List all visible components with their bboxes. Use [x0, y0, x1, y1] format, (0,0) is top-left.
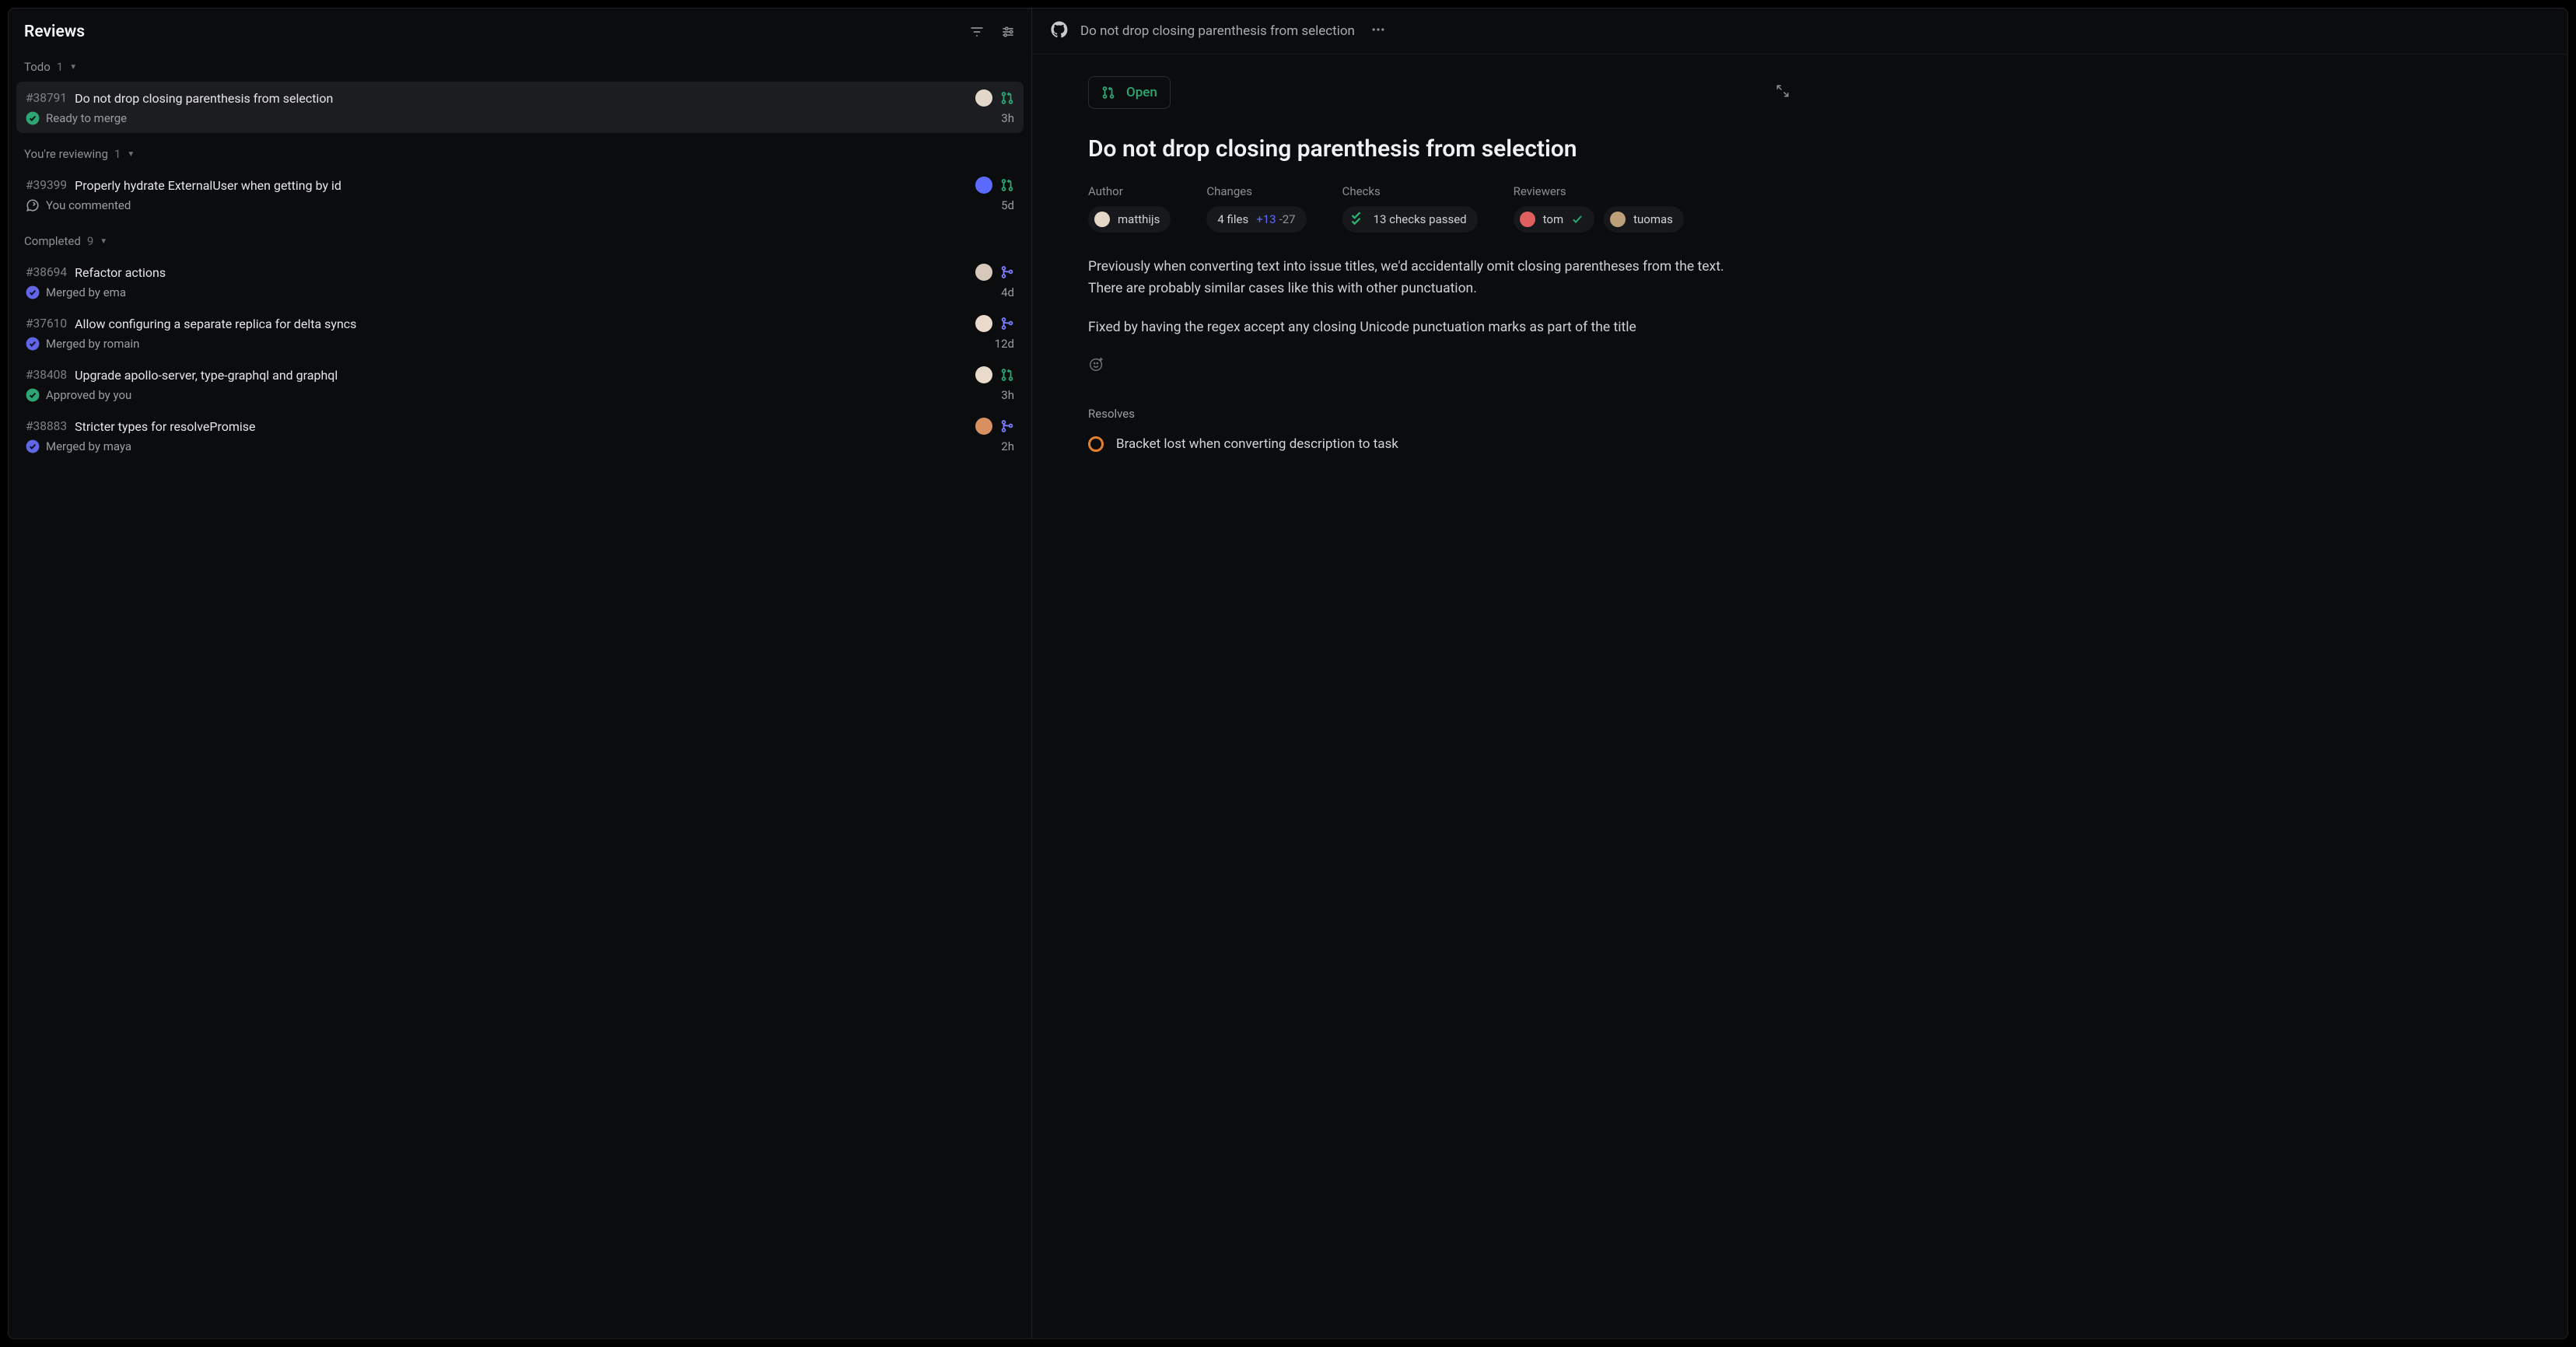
- pull-request-icon: [1000, 419, 1014, 433]
- pr-card[interactable]: #38883 Stricter types for resolvePromise…: [16, 410, 1024, 461]
- reviewer-pill[interactable]: tom: [1514, 206, 1594, 233]
- status-icon: [26, 337, 40, 351]
- section-count: 1: [57, 60, 63, 74]
- pr-status-text: Ready to merge: [46, 111, 127, 125]
- section-todo[interactable]: Todo 1 ▼: [16, 52, 1024, 82]
- pr-timestamp: 2h: [1001, 439, 1014, 453]
- meta-changes: Changes 4 files +13 -27: [1206, 184, 1306, 233]
- pull-request-icon: [1000, 317, 1014, 331]
- checks-passed-icon: [1353, 212, 1366, 227]
- sidebar-title: Reviews: [24, 23, 85, 41]
- pr-status-text: Approved by you: [46, 388, 131, 402]
- meta-reviewers: Reviewers tomtuomas: [1514, 184, 1684, 233]
- pr-card[interactable]: #39399 Properly hydrate ExternalUser whe…: [16, 169, 1024, 220]
- chevron-down-icon: ▼: [69, 63, 77, 72]
- status-icon: [26, 388, 40, 402]
- avatar: [975, 366, 992, 383]
- section-label: Todo: [24, 60, 51, 74]
- pr-title: Upgrade apollo-server, type-graphql and …: [75, 368, 968, 383]
- pr-title: Allow configuring a separate replica for…: [75, 317, 968, 331]
- avatar: [975, 264, 992, 281]
- overflow-menu-icon[interactable]: [1370, 22, 1386, 40]
- chevron-down-icon: ▼: [100, 237, 107, 246]
- pr-title: Refactor actions: [75, 265, 968, 280]
- section-reviewing[interactable]: You're reviewing 1 ▼: [16, 139, 1024, 169]
- approved-check-icon: [1571, 213, 1584, 226]
- pull-request-icon: [1000, 368, 1014, 382]
- pr-card[interactable]: #38408 Upgrade apollo-server, type-graph…: [16, 359, 1024, 410]
- pull-request-icon: [1000, 265, 1014, 279]
- reviewer-pill[interactable]: tuomas: [1604, 206, 1684, 233]
- pr-status-label: Open: [1126, 85, 1157, 100]
- add-reaction-icon[interactable]: [1088, 355, 1757, 376]
- pr-timestamp: 4d: [1001, 285, 1014, 299]
- pr-status-text: Merged by ema: [46, 285, 126, 299]
- pr-timestamp: 3h: [1001, 111, 1014, 125]
- pr-timestamp: 12d: [995, 337, 1014, 351]
- meta-author: Author matthijs: [1088, 184, 1171, 233]
- pr-card[interactable]: #38694 Refactor actions Merged by ema 4d: [16, 256, 1024, 307]
- expand-icon[interactable]: [1776, 84, 1790, 101]
- settings-sliders-icon[interactable]: [1000, 24, 1016, 40]
- issue-status-icon: [1088, 436, 1104, 452]
- pull-request-icon: [1000, 178, 1014, 192]
- github-icon[interactable]: [1051, 21, 1068, 41]
- pr-id: #38408: [26, 368, 67, 382]
- pr-body: Previously when converting text into iss…: [1088, 256, 1757, 338]
- reviews-sidebar: Reviews Todo 1 ▼ #38791 Do not drop clos…: [9, 9, 1032, 1338]
- pr-id: #38791: [26, 91, 67, 105]
- pull-request-icon: [1000, 91, 1014, 105]
- pr-timestamp: 3h: [1001, 388, 1014, 402]
- resolves-section: Resolves Bracket lost when converting de…: [1088, 407, 1757, 452]
- pr-status-text: You commented: [46, 198, 131, 212]
- author-pill[interactable]: matthijs: [1088, 206, 1171, 233]
- section-label: Completed: [24, 234, 81, 248]
- pr-title: Properly hydrate ExternalUser when getti…: [75, 178, 968, 193]
- pr-id: #39399: [26, 178, 67, 192]
- meta-checks: Checks 13 checks passed: [1342, 184, 1478, 233]
- avatar: [975, 418, 992, 435]
- avatar: [975, 315, 992, 332]
- checks-pill[interactable]: 13 checks passed: [1342, 206, 1478, 233]
- avatar: [975, 89, 992, 107]
- pr-title: Do not drop closing parenthesis from sel…: [75, 91, 968, 106]
- resolved-issue-link[interactable]: Bracket lost when converting description…: [1088, 436, 1757, 452]
- breadcrumb-title[interactable]: Do not drop closing parenthesis from sel…: [1080, 23, 1355, 39]
- status-icon: [26, 111, 40, 125]
- pr-id: #37610: [26, 317, 67, 331]
- status-icon: [26, 439, 40, 453]
- chevron-down-icon: ▼: [127, 150, 135, 159]
- section-count: 1: [114, 147, 121, 161]
- pr-card[interactable]: #37610 Allow configuring a separate repl…: [16, 307, 1024, 359]
- pr-status-pill: Open: [1088, 76, 1171, 109]
- filter-icon[interactable]: [969, 24, 985, 40]
- pr-detail-panel: Do not drop closing parenthesis from sel…: [1032, 9, 2567, 1338]
- pr-status-text: Merged by maya: [46, 439, 131, 453]
- pr-status-text: Merged by romain: [46, 337, 139, 351]
- pr-title: Stricter types for resolvePromise: [75, 419, 968, 434]
- status-icon: [26, 198, 40, 212]
- section-label: You're reviewing: [24, 147, 108, 161]
- section-count: 9: [87, 234, 93, 248]
- pull-request-icon: [1101, 86, 1115, 100]
- changes-pill[interactable]: 4 files +13 -27: [1206, 206, 1306, 233]
- section-completed[interactable]: Completed 9 ▼: [16, 226, 1024, 256]
- status-icon: [26, 285, 40, 299]
- pr-title: Do not drop closing parenthesis from sel…: [1088, 134, 1757, 164]
- pr-timestamp: 5d: [1001, 198, 1014, 212]
- pr-id: #38883: [26, 419, 67, 433]
- avatar: [975, 177, 992, 194]
- pr-card[interactable]: #38791 Do not drop closing parenthesis f…: [16, 82, 1024, 133]
- pr-id: #38694: [26, 265, 67, 279]
